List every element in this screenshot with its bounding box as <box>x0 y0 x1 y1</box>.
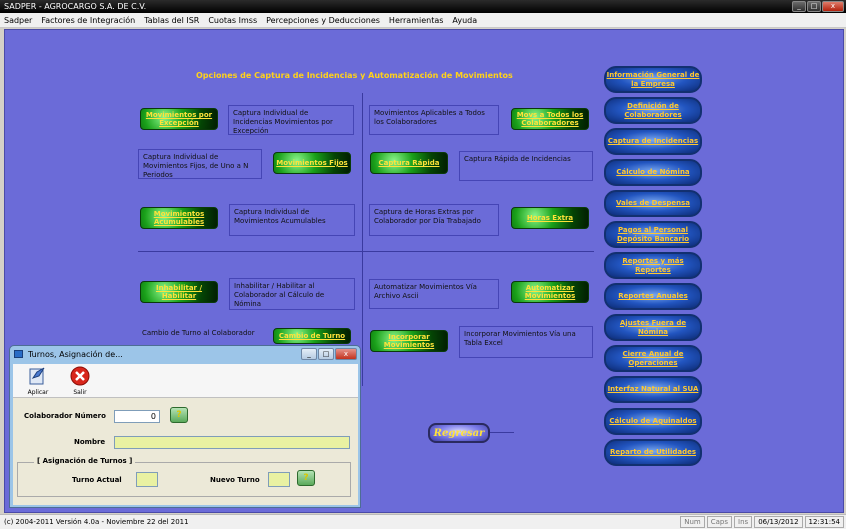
apply-label: Aplicar <box>27 389 49 396</box>
option-description: Captura Individual de Incidencias Movimi… <box>228 105 354 135</box>
option-description: Captura Individual de Movimientos Acumul… <box>229 204 355 236</box>
movimientos-fijos-button[interactable]: Movimientos Fijos <box>273 152 351 174</box>
new-shift-label: Nuevo Turno <box>210 476 260 484</box>
nav-vales-despensa[interactable]: Vales de Despensa <box>604 190 702 217</box>
current-shift-label: Turno Actual <box>72 476 122 484</box>
status-date: 06/13/2012 <box>754 516 803 528</box>
captura-rapida-button[interactable]: Captura Rápida <box>370 152 448 174</box>
menu-bar: Sadper Factores de Integración Tablas de… <box>0 13 846 28</box>
menu-percepciones[interactable]: Percepciones y Deducciones <box>266 16 380 25</box>
inhabilitar-habilitar-button[interactable]: Inhabilitar / Habilitar <box>140 281 218 303</box>
option-description: Captura de Horas Extras por Colaborador … <box>369 204 499 236</box>
copyright-text: (c) 2004-2011 Versión 4.0a - Noviembre 2… <box>4 518 189 526</box>
minimize-button[interactable]: _ <box>792 1 806 12</box>
nav-pagos-personal[interactable]: Pagos al Personal Depósito Bancario <box>604 221 702 248</box>
nav-captura-incidencias[interactable]: Captura de Incidencias <box>604 128 702 155</box>
caps-lock-indicator: Caps <box>706 516 733 528</box>
movs-todos-button[interactable]: Movs a Todos los Colaboradores <box>511 108 589 130</box>
nav-definicion-colaboradores[interactable]: Definición de Colaboradores <box>604 97 702 124</box>
nav-cierre-anual[interactable]: Cierre Anual de Operaciones <box>604 345 702 372</box>
nav-informacion-general[interactable]: Información General de la Empresa <box>604 66 702 93</box>
collaborator-number-field[interactable]: 0 <box>114 410 160 423</box>
nav-calculo-aguinaldos[interactable]: Cálculo de Aguinaldos <box>604 408 702 435</box>
apply-icon <box>29 367 45 385</box>
regresar-button[interactable]: Regresar <box>428 423 490 443</box>
menu-factores[interactable]: Factores de Integración <box>41 16 135 25</box>
nav-reparto-utilidades[interactable]: Reparto de Utilidades <box>604 439 702 466</box>
name-field[interactable] <box>114 436 350 449</box>
nav-reportes-anuales[interactable]: Reportes Anuales <box>604 283 702 310</box>
collaborator-number-label: Colaborador Número <box>24 412 106 420</box>
apply-button[interactable]: Aplicar <box>23 366 53 396</box>
status-bar: (c) 2004-2011 Versión 4.0a - Noviembre 2… <box>0 514 846 529</box>
exit-icon <box>70 366 90 386</box>
insert-indicator: Ins <box>734 516 753 528</box>
page-heading: Opciones de Captura de Incidencias y Aut… <box>196 71 513 80</box>
menu-tablas-isr[interactable]: Tablas del ISR <box>144 16 199 25</box>
name-label: Nombre <box>74 438 106 446</box>
current-shift-field[interactable] <box>136 472 158 487</box>
nav-ajustes-fuera-nomina[interactable]: Ajustes Fuera de Nómina <box>604 314 702 341</box>
divider <box>490 432 514 433</box>
nav-reportes[interactable]: Reportes y más Reportes <box>604 252 702 279</box>
cambio-turno-button[interactable]: Cambio de Turno <box>273 328 351 344</box>
incorporar-movimientos-button[interactable]: Incorporar Movimientos <box>370 330 448 352</box>
menu-cuotas-imss[interactable]: Cuotas Imss <box>208 16 257 25</box>
menu-sadper[interactable]: Sadper <box>4 16 32 25</box>
new-shift-help-button[interactable]: ? <box>297 470 315 486</box>
option-description: Captura Rápida de Incidencias <box>459 151 593 181</box>
maximize-button[interactable]: □ <box>807 1 821 12</box>
exit-label: Salir <box>73 389 87 396</box>
collaborator-help-button[interactable]: ? <box>170 407 188 423</box>
nav-calculo-nomina[interactable]: Cálculo de Nómina <box>604 159 702 186</box>
status-time: 12:31:54 <box>804 516 844 528</box>
automatizar-movimientos-button[interactable]: Automatizar Movimientos <box>511 281 589 303</box>
exit-button[interactable]: Salir <box>65 366 95 396</box>
dialog-title: Turnos, Asignación de... <box>28 350 123 359</box>
new-shift-field[interactable] <box>268 472 290 487</box>
divider <box>362 93 363 386</box>
window-titlebar: SADPER - AGROCARGO S.A. DE C.V. _ □ x <box>0 0 846 13</box>
close-button[interactable]: x <box>822 1 844 12</box>
option-description: Cambio de Turno al Colaborador <box>142 329 255 337</box>
option-description: Automatizar Movimientos Vía Archivo Asci… <box>369 279 499 309</box>
menu-herramientas[interactable]: Herramientas <box>389 16 444 25</box>
shift-assignment-title: [ Asignación de Turnos ] <box>34 457 136 465</box>
dialog-titlebar: Turnos, Asignación de... _ □ x <box>10 346 360 363</box>
horas-extra-button[interactable]: Horas Extra <box>511 207 589 229</box>
dialog-close-button[interactable]: x <box>335 348 357 360</box>
option-description: Movimientos Aplicables a Todos los Colab… <box>369 105 499 135</box>
option-description: Inhabilitar / Habilitar al Colaborador a… <box>229 278 355 310</box>
dialog-maximize-button[interactable]: □ <box>318 348 334 360</box>
dialog-toolbar: Aplicar Salir <box>13 364 358 398</box>
divider <box>138 251 594 252</box>
option-description: Captura Individual de Movimientos Fijos,… <box>138 149 262 179</box>
option-description: Incorporar Movimientos Vía una Tabla Exc… <box>459 326 593 358</box>
menu-ayuda[interactable]: Ayuda <box>452 16 477 25</box>
window-title: SADPER - AGROCARGO S.A. DE C.V. <box>4 2 147 11</box>
nav-interfaz-sua[interactable]: Interfaz Natural al SUA <box>604 376 702 403</box>
app-icon <box>14 350 23 358</box>
dialog-minimize-button[interactable]: _ <box>301 348 317 360</box>
movimientos-excepcion-button[interactable]: Movimientos por Excepción <box>140 108 218 130</box>
movimientos-acumulables-button[interactable]: Movimientos Acumulables <box>140 207 218 229</box>
num-lock-indicator: Num <box>680 516 705 528</box>
